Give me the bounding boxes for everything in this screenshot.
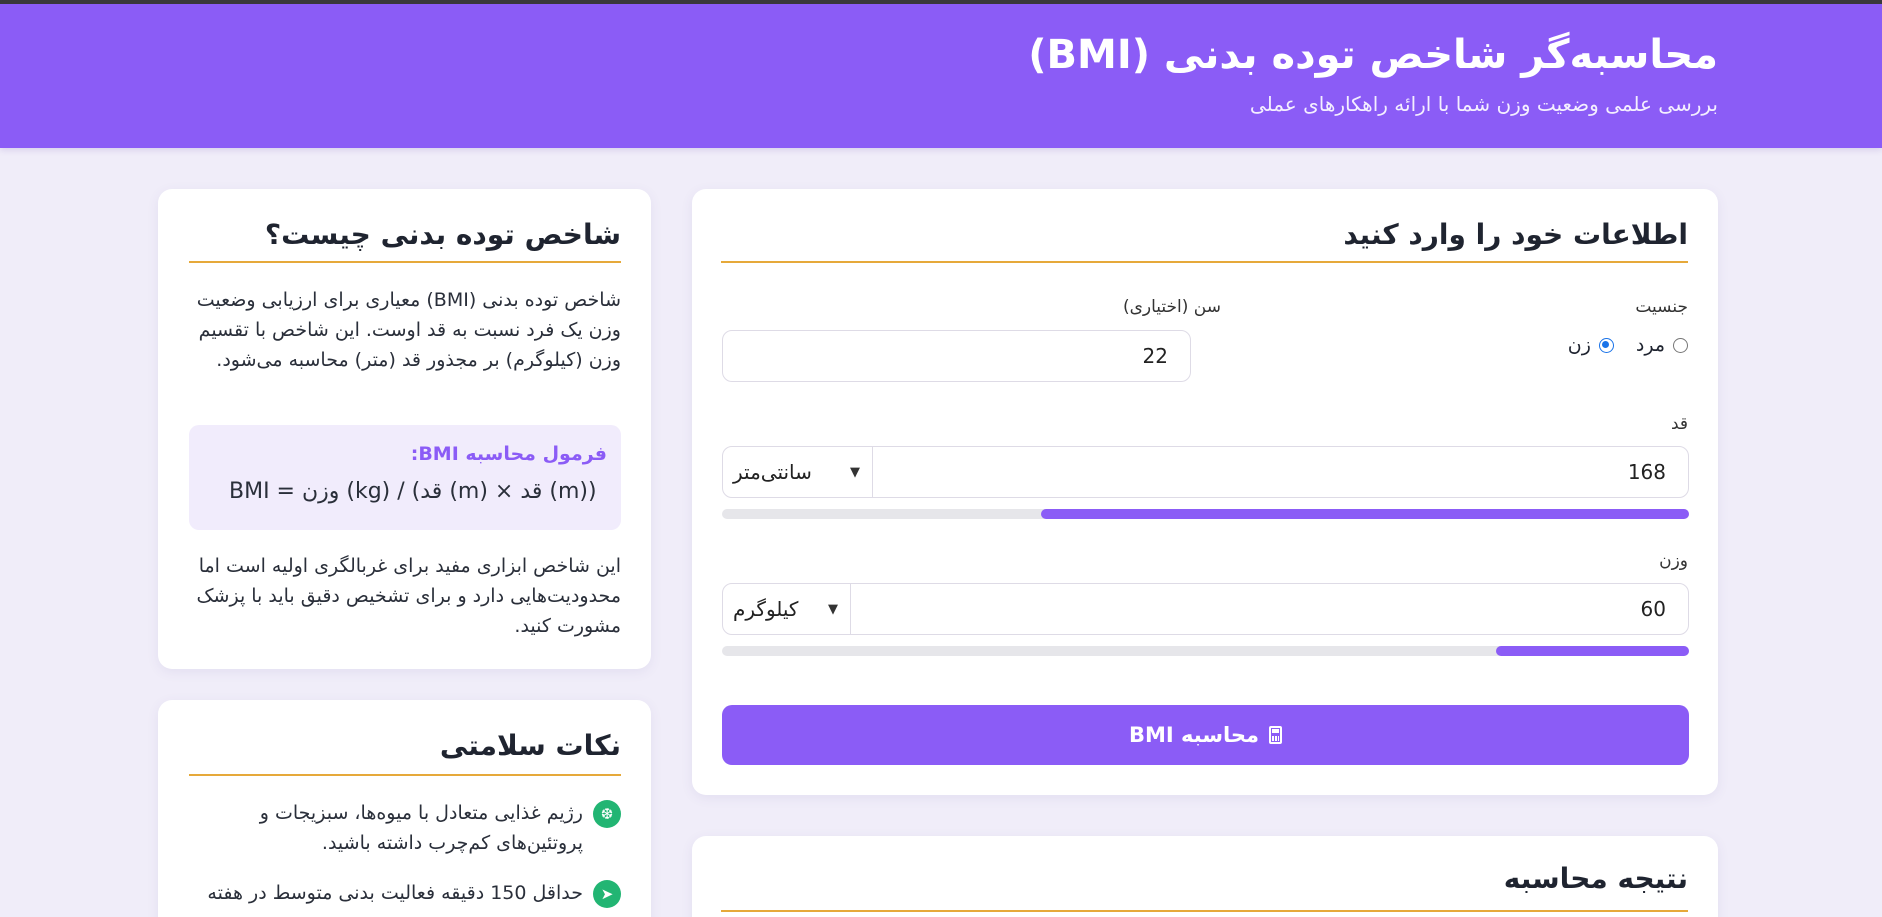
tip-item: ❆ رژیم غذایی متعادل با میوه‌ها، سبزیجات … bbox=[189, 798, 621, 858]
chevron-down-icon: ▼ bbox=[850, 464, 860, 480]
male-radio[interactable] bbox=[1673, 337, 1688, 353]
tip-text: رژیم غذایی متعادل با میوه‌ها، سبزیجات و … bbox=[259, 802, 583, 854]
height-slider[interactable] bbox=[722, 509, 1689, 519]
height-input[interactable]: 168 bbox=[871, 446, 1689, 498]
formula-text: BMI = وزن (kg) / (قد (m) × قد (m)) bbox=[229, 479, 597, 504]
form-title-divider bbox=[721, 261, 1688, 263]
weight-slider-fill bbox=[1495, 646, 1689, 656]
page-subtitle: بررسی علمی وضعیت وزن شما با ارائه راهکار… bbox=[1249, 92, 1718, 116]
health-tips-card: نکات سلامتی ❆ رژیم غذایی متعادل با میوه‌… bbox=[158, 700, 651, 917]
female-label: زن bbox=[1567, 334, 1591, 356]
utensils-icon: ❆ bbox=[593, 800, 621, 828]
info-title: شاخص توده بدنی چیست؟ bbox=[264, 218, 621, 251]
female-radio[interactable] bbox=[1598, 337, 1614, 353]
gender-label: جنسیت bbox=[1635, 297, 1688, 317]
tips-title-divider bbox=[189, 774, 621, 776]
calculate-button-label: محاسبه BMI bbox=[1129, 723, 1260, 747]
gender-option-male[interactable]: مرد bbox=[1636, 334, 1688, 356]
info-title-divider bbox=[189, 261, 621, 263]
page-title: محاسبه‌گر شاخص توده بدنی (BMI) bbox=[1028, 32, 1718, 78]
calculate-bmi-button[interactable]: محاسبه BMI bbox=[722, 705, 1689, 765]
age-input[interactable]: 22 bbox=[722, 330, 1191, 382]
chevron-down-icon: ▼ bbox=[828, 601, 838, 617]
info-intro: شاخص توده بدنی (BMI) معیاری برای ارزیابی… bbox=[196, 289, 621, 371]
formula-title: فرمول محاسبه BMI: bbox=[410, 443, 607, 465]
weight-unit-value: کیلوگرم bbox=[733, 597, 799, 621]
running-icon: ➤ bbox=[593, 880, 621, 908]
age-label: سن (اختیاری) bbox=[1122, 297, 1221, 317]
height-unit-select[interactable]: ▼ سانتی‌متر bbox=[722, 446, 873, 498]
tip-item: ➤ حداقل 150 دقیقه فعالیت بدنی متوسط در ه… bbox=[189, 878, 621, 908]
height-unit-value: سانتی‌متر bbox=[733, 460, 812, 484]
weight-input[interactable]: 60 bbox=[849, 583, 1689, 635]
page-header: محاسبه‌گر شاخص توده بدنی (BMI) بررسی علم… bbox=[0, 4, 1882, 148]
form-title: اطلاعات خود را وارد کنید bbox=[1343, 218, 1688, 251]
tips-title: نکات سلامتی bbox=[439, 729, 621, 762]
tip-text: حداقل 150 دقیقه فعالیت بدنی متوسط در هفت… bbox=[207, 882, 583, 904]
calculator-icon bbox=[1269, 726, 1283, 744]
weight-slider[interactable] bbox=[722, 646, 1689, 656]
result-title-divider bbox=[721, 910, 1688, 912]
weight-label: وزن bbox=[1659, 551, 1688, 571]
input-form-card: اطلاعات خود را وارد کنید جنسیت مرد زن سن… bbox=[692, 189, 1718, 795]
result-title: نتیجه محاسبه bbox=[1503, 862, 1688, 895]
male-label: مرد bbox=[1635, 334, 1665, 356]
height-slider-fill bbox=[1041, 509, 1689, 519]
gender-option-female[interactable]: زن bbox=[1568, 334, 1614, 356]
weight-unit-select[interactable]: ▼ کیلوگرم bbox=[722, 583, 851, 635]
gender-radio-group: مرد زن bbox=[1568, 334, 1688, 356]
info-note: این شاخص ابزاری مفید برای غربالگری اولیه… bbox=[196, 555, 621, 637]
formula-box: فرمول محاسبه BMI: BMI = وزن (kg) / (قد (… bbox=[189, 425, 621, 530]
bmi-info-card: شاخص توده بدنی چیست؟ شاخص توده بدنی (BMI… bbox=[158, 189, 651, 669]
result-card: نتیجه محاسبه bbox=[692, 836, 1718, 917]
height-label: قد bbox=[1670, 414, 1688, 434]
